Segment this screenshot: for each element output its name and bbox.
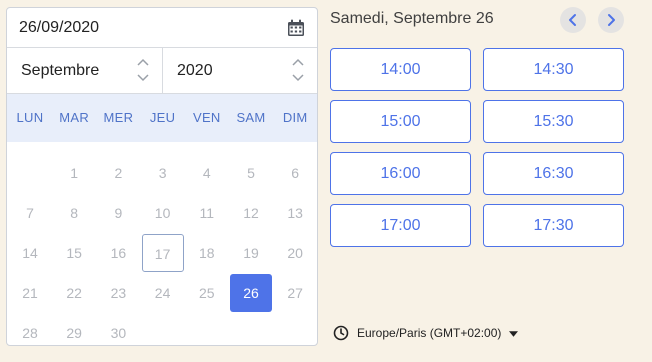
- day-cell[interactable]: 19: [230, 234, 272, 272]
- time-slot-button[interactable]: 15:00: [330, 100, 471, 143]
- day-cell[interactable]: 14: [9, 234, 51, 272]
- day-cell[interactable]: 27: [274, 274, 316, 312]
- weekday-2: MER: [103, 110, 134, 125]
- month-select-value: Septembre: [21, 62, 100, 79]
- timezone-label: Europe/Paris (GMT+02:00): [357, 326, 502, 340]
- date-input[interactable]: [7, 8, 277, 47]
- clock-icon: [333, 325, 349, 341]
- day-cell[interactable]: 9: [97, 194, 139, 232]
- day-cell[interactable]: 12: [230, 194, 272, 232]
- weekday-3: JEU: [149, 110, 176, 125]
- day-cell[interactable]: 29: [53, 314, 95, 345]
- day-cell[interactable]: 4: [186, 154, 228, 192]
- day-cell[interactable]: 22: [53, 274, 95, 312]
- time-slot-button[interactable]: 17:30: [483, 204, 624, 247]
- weekday-6: DIM: [282, 110, 308, 125]
- day-cell[interactable]: 6: [274, 154, 316, 192]
- time-slot-button[interactable]: 16:00: [330, 152, 471, 195]
- caret-down-icon: [509, 331, 518, 337]
- weekday-header: LUN MAR MER JEU VEN SAM DIM: [7, 94, 317, 142]
- spinner-icon[interactable]: [291, 57, 305, 83]
- day-cell[interactable]: 28: [9, 314, 51, 345]
- prev-day-button[interactable]: [560, 7, 586, 33]
- day-cell[interactable]: 11: [186, 194, 228, 232]
- time-slot-button[interactable]: 15:30: [483, 100, 624, 143]
- day-cell[interactable]: 13: [274, 194, 316, 232]
- year-select[interactable]: 2020: [163, 48, 317, 93]
- day-cell[interactable]: 3: [142, 154, 184, 192]
- chevron-left-icon: [569, 14, 576, 26]
- time-slot-button[interactable]: 14:30: [483, 48, 624, 91]
- time-slot-button[interactable]: 17:00: [330, 204, 471, 247]
- day-cell[interactable]: 15: [53, 234, 95, 272]
- chevron-right-icon: [608, 14, 615, 26]
- day-cell-selected[interactable]: 26: [230, 274, 272, 312]
- day-cell[interactable]: 21: [9, 274, 51, 312]
- date-input-row: [7, 8, 317, 48]
- day-cell[interactable]: 16: [97, 234, 139, 272]
- day-cell[interactable]: 20: [274, 234, 316, 272]
- calendar-card: Septembre 2020 LUNMARMERJEUVENSAMDIM 123…: [6, 7, 318, 346]
- day-cell[interactable]: 18: [186, 234, 228, 272]
- month-select[interactable]: Septembre: [7, 48, 163, 93]
- selected-day-title: Samedi, Septembre 26: [330, 10, 494, 27]
- day-cell[interactable]: 24: [142, 274, 184, 312]
- weekday-1: MAR: [59, 110, 90, 125]
- day-cell[interactable]: 8: [53, 194, 95, 232]
- day-cell-today[interactable]: 17: [141, 234, 184, 272]
- day-cell[interactable]: 1: [53, 154, 95, 192]
- weekday-5: SAM: [236, 110, 266, 125]
- month-year-selectors: Septembre 2020: [7, 48, 317, 94]
- time-slot-button[interactable]: 16:30: [483, 152, 624, 195]
- day-cell[interactable]: 10: [142, 194, 184, 232]
- weekday-4: VEN: [192, 110, 221, 125]
- day-cell[interactable]: 7: [9, 194, 51, 232]
- spinner-icon[interactable]: [136, 57, 150, 83]
- day-cell[interactable]: 5: [230, 154, 272, 192]
- time-slot-button[interactable]: 14:00: [330, 48, 471, 91]
- day-cell[interactable]: 30: [97, 314, 139, 345]
- booking-widget: Septembre 2020 LUNMARMERJEUVENSAMDIM 123…: [0, 0, 652, 362]
- year-select-value: 2020: [177, 62, 213, 79]
- calendar-icon[interactable]: [287, 19, 305, 37]
- day-grid: 1 2 3 4 5 6 7 8 9 10 11 12 13 14 15 16 17 18 19 20 21 22 23 24 2…: [7, 142, 317, 345]
- weekday-0: LUN: [16, 110, 44, 125]
- day-cell[interactable]: 2: [97, 154, 139, 192]
- next-day-button[interactable]: [598, 7, 624, 33]
- day-cell[interactable]: 25: [186, 274, 228, 312]
- day-cell[interactable]: 23: [97, 274, 139, 312]
